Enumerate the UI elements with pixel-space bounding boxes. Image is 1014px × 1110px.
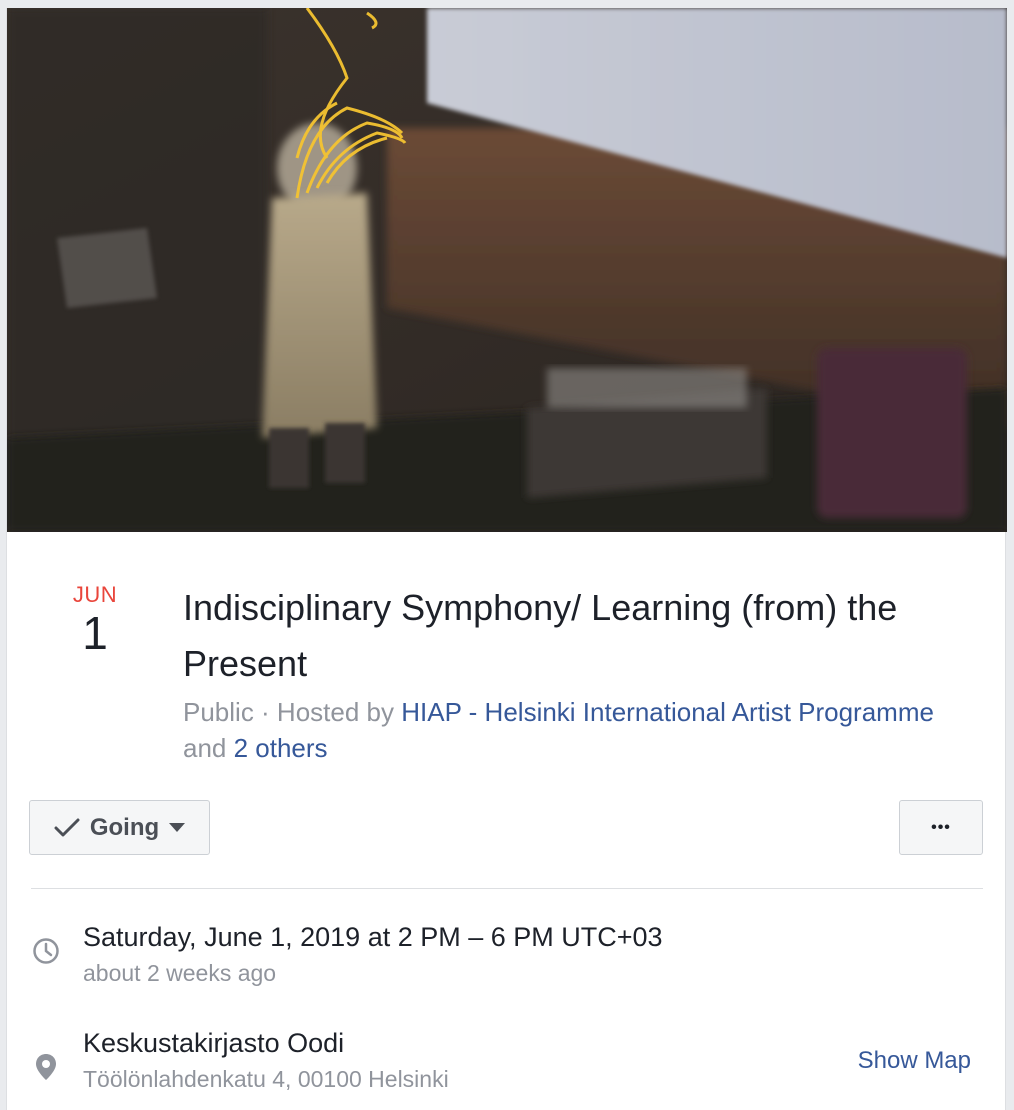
more-options-button[interactable]: ••• [899,800,983,855]
section-divider [31,888,983,889]
event-day: 1 [82,607,108,659]
caret-down-icon [169,822,186,833]
event-month: JUN [72,582,118,607]
location-name[interactable]: Keskustakirjasto Oodi [83,1026,344,1060]
clock-icon [31,936,61,966]
event-card: JUN 1 Indisciplinary Symphony/ Learning … [6,8,1007,1110]
event-datetime: Saturday, June 1, 2019 at 2 PM – 6 PM UT… [83,922,663,952]
event-cover-photo[interactable] [7,8,1007,532]
show-map-link[interactable]: Show Map [858,1044,971,1078]
check-icon [54,817,80,839]
event-relative-time: about 2 weeks ago [83,960,277,986]
privacy-label: Public [183,697,254,727]
other-hosts-link[interactable]: 2 others [234,733,328,763]
event-hosting-info: Public · Hosted by HIAP - Helsinki Inter… [183,694,943,766]
host-link[interactable]: HIAP - Helsinki International Artist Pro… [401,697,934,727]
and-text: and [183,733,234,763]
going-button[interactable]: Going [29,800,210,855]
hosted-by-text: · Hosted by [253,697,402,727]
location-pin-icon [31,1052,61,1082]
event-date: JUN 1 [55,582,135,658]
going-label: Going [89,813,160,841]
more-options-icon: ••• [931,818,951,836]
location-address: Töölönlahdenkatu 4, 00100 Helsinki [83,1066,449,1092]
cover-photo-image [7,8,1007,532]
event-title: Indisciplinary Symphony/ Learning (from)… [183,587,898,684]
